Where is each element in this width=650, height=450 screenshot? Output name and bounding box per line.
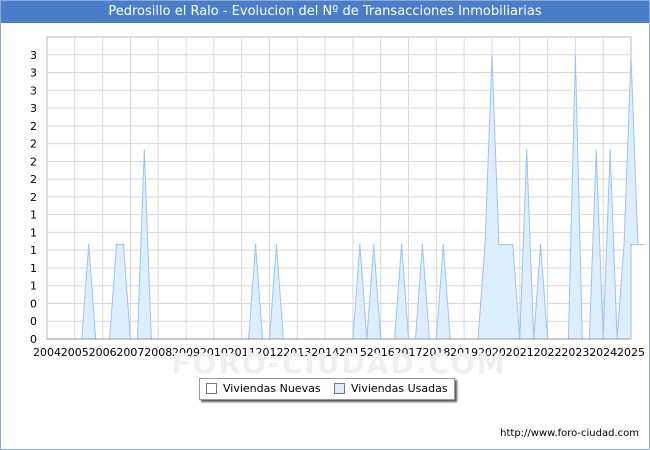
x-tick-label: 2008: [144, 346, 172, 359]
x-tick-label: 2023: [561, 346, 589, 359]
data-point: [421, 243, 424, 246]
data-point: [525, 149, 528, 152]
x-tick-label: 2006: [89, 346, 117, 359]
legend-swatch-nuevas: [206, 382, 217, 394]
y-tick-label: 2: [30, 155, 37, 168]
y-tick-label: 0: [30, 315, 37, 328]
legend-item-usadas: Viviendas Usadas: [334, 379, 448, 399]
data-point: [484, 243, 486, 246]
chart-frame: Pedrosillo el Ralo - Evolucion del Nº de…: [0, 0, 650, 450]
y-tick-label: 1: [30, 209, 37, 222]
data-point: [275, 243, 278, 246]
y-tick-label: 0: [30, 297, 37, 310]
data-point: [512, 243, 514, 246]
y-tick-label: 1: [30, 244, 37, 257]
data-point: [400, 243, 403, 246]
x-tick-label: 2022: [534, 346, 562, 359]
data-point: [498, 243, 500, 246]
legend-item-nuevas: Viviendas Nuevas: [206, 379, 321, 399]
data-point: [87, 243, 90, 246]
data-point: [359, 243, 361, 246]
y-tick-label: 3: [30, 49, 37, 62]
data-point: [623, 243, 625, 246]
footer-url[interactable]: http://www.foro-ciudad.com: [500, 428, 639, 439]
data-point: [115, 243, 118, 246]
y-tick-label: 0: [30, 333, 37, 346]
y-tick-label: 3: [30, 102, 37, 115]
watermark-text: FORO-CIUDAD.COM: [171, 347, 506, 380]
x-tick-label: 2025: [617, 346, 645, 359]
x-tick-label: 2021: [506, 346, 534, 359]
legend-swatch-usadas: [334, 382, 345, 394]
data-point: [505, 243, 507, 246]
legend-label-nuevas: Viviendas Nuevas: [223, 382, 321, 395]
x-tick-label: 2005: [61, 346, 89, 359]
x-tick-label: 2024: [589, 346, 617, 359]
y-tick-label: 3: [30, 67, 37, 80]
data-point: [122, 243, 125, 246]
data-point: [372, 243, 375, 246]
data-point: [539, 243, 542, 246]
y-tick-label: 2: [30, 138, 37, 151]
y-tick-label: 1: [30, 226, 37, 239]
y-tick-label: 1: [30, 280, 37, 293]
data-point: [630, 55, 632, 57]
y-tick-label: 2: [30, 191, 37, 204]
data-point: [630, 243, 632, 246]
data-point: [143, 149, 146, 152]
chart-canvas: 000111112222233332004 2005 2006 2007 2008 200…: [30, 36, 645, 380]
data-point: [491, 55, 493, 57]
legend-label-usadas: Viviendas Usadas: [351, 382, 448, 395]
legend: Viviendas Nuevas Viviendas Usadas: [199, 378, 455, 400]
x-tick-label: 2004: [33, 346, 61, 359]
y-tick-label: 2: [30, 173, 37, 186]
y-tick-label: 1: [30, 262, 37, 275]
data-point: [595, 149, 598, 152]
data-point: [609, 149, 611, 152]
y-tick-label: 2: [30, 120, 37, 133]
y-tick-label: 3: [30, 84, 37, 97]
data-point: [442, 243, 445, 246]
data-point: [574, 55, 577, 57]
data-point: [254, 243, 257, 246]
x-tick-label: 2007: [116, 346, 144, 359]
